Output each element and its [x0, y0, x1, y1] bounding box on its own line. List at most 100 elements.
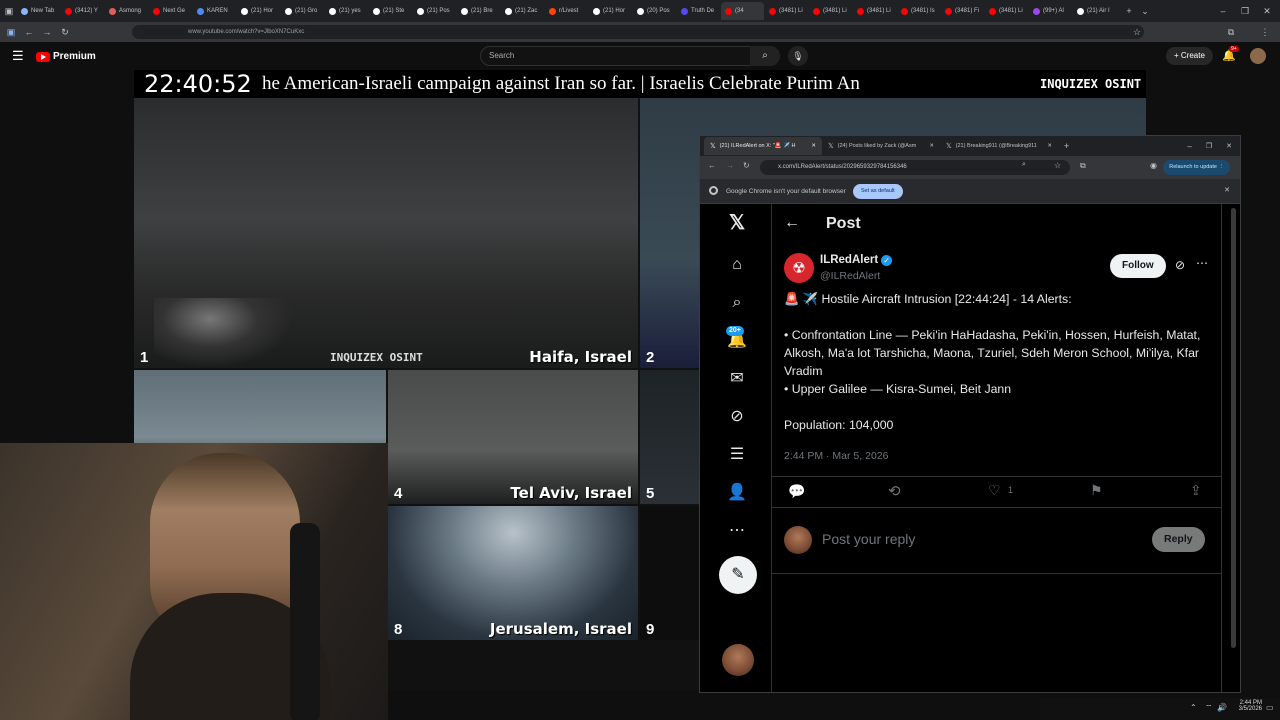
account-avatar[interactable]	[722, 644, 754, 676]
grok-explain-icon[interactable]: ⊘	[1175, 258, 1185, 272]
address-bar[interactable]: www.youtube.com/watch?v=JlboXN7CuKxc	[132, 25, 1144, 39]
minimize-icon[interactable]: –	[1187, 142, 1191, 151]
browser-tab[interactable]: (3412) Y	[61, 2, 104, 20]
chevron-down-icon[interactable]: ⌄	[1138, 4, 1152, 18]
popup-tab[interactable]: 𝕏 (21) Breaking911 (@Breaking911 ✕	[940, 137, 1058, 155]
browser-tab[interactable]: (21) yes	[325, 2, 368, 20]
reply-button[interactable]: Reply	[1152, 527, 1205, 552]
close-infobar-icon[interactable]: ✕	[1224, 186, 1230, 194]
browser-tab[interactable]: (21) Pos	[413, 2, 456, 20]
search-icon[interactable]: ⌕	[726, 292, 748, 314]
reload-icon[interactable]: ↻	[58, 25, 72, 39]
extensions-icon[interactable]: ⧉	[1224, 25, 1238, 39]
reload-icon[interactable]: ↻	[743, 161, 750, 170]
profile-icon[interactable]: ◉	[1150, 161, 1157, 170]
zoom-icon[interactable]: ⌕	[1022, 161, 1026, 169]
messages-icon[interactable]: ✉	[726, 368, 748, 390]
reply-icon[interactable]: 💬	[788, 483, 805, 500]
new-tab-icon[interactable]: +	[1064, 141, 1069, 151]
author-avatar[interactable]: ☢	[784, 253, 814, 283]
lists-icon[interactable]: ☰	[726, 444, 748, 466]
wifi-icon[interactable]: ⌔	[1205, 703, 1213, 713]
browser-tab[interactable]: (21) Zac	[501, 2, 544, 20]
share-icon[interactable]: ⇪	[1190, 482, 1202, 499]
browser-tab[interactable]: (99+) Al	[1029, 2, 1072, 20]
profile-icon[interactable]: 👤	[726, 482, 748, 504]
compose-post-button[interactable]: ✎	[719, 556, 757, 594]
menu-dots-icon[interactable]: ⋮	[1258, 25, 1272, 39]
reply-input[interactable]: Post your reply	[822, 531, 915, 547]
bookmark-star-icon[interactable]: ☆	[1130, 25, 1144, 39]
follow-button[interactable]: Follow	[1110, 254, 1166, 278]
forward-icon[interactable]: →	[40, 25, 54, 39]
volume-icon[interactable]: 🔊	[1217, 703, 1227, 712]
browser-tab[interactable]: (3481) Is	[897, 2, 940, 20]
relaunch-button[interactable]: Relaunch to update ⋮	[1163, 160, 1230, 175]
post-timestamp[interactable]: 2:44 PM · Mar 5, 2026	[784, 450, 888, 462]
browser-tab[interactable]: (3481) Fi	[941, 2, 984, 20]
tab-favicon-icon	[1033, 7, 1040, 15]
browser-tab[interactable]: New Tab	[17, 2, 60, 20]
browser-tab[interactable]: (21) Air I	[1073, 2, 1116, 20]
avatar[interactable]	[1250, 48, 1266, 64]
browser-tab[interactable]: (20) Pos	[633, 2, 676, 20]
browser-tab[interactable]: (21) Ste	[369, 2, 412, 20]
close-window-icon[interactable]: ✕	[1260, 4, 1274, 18]
browser-tab[interactable]: (3481) Li	[985, 2, 1028, 20]
youtube-logo[interactable]: Premium	[36, 51, 96, 62]
browser-tab[interactable]: (21) Hor	[237, 2, 280, 20]
sidebar-icon[interactable]: ▣	[4, 25, 18, 39]
bookmark-icon[interactable]: ⚑	[1090, 482, 1103, 499]
scrollbar[interactable]	[1231, 208, 1236, 648]
close-tab-icon[interactable]: ✕	[929, 143, 934, 149]
browser-tab[interactable]: (3481) Li	[853, 2, 896, 20]
browser-tab[interactable]: Next Ge	[149, 2, 192, 20]
browser-tab[interactable]: (21) Bre	[457, 2, 500, 20]
restore-icon[interactable]: ❐	[1206, 142, 1212, 150]
search-button[interactable]: ⌕	[750, 46, 780, 66]
back-icon[interactable]: ←	[22, 25, 36, 39]
repost-icon[interactable]: ⟲	[888, 482, 901, 500]
like-icon[interactable]: ♡	[988, 482, 1001, 499]
tab-actions-icon[interactable]: ▣	[2, 4, 16, 18]
restore-icon[interactable]: ❐	[1238, 4, 1252, 18]
author-name[interactable]: ILRedAlert	[820, 254, 878, 266]
minimize-icon[interactable]: –	[1216, 4, 1230, 18]
browser-tab[interactable]: Asmong	[105, 2, 148, 20]
browser-tab[interactable]: Truth De	[677, 2, 720, 20]
browser-tab[interactable]: KAREN	[193, 2, 236, 20]
browser-tab[interactable]: (3481) Li	[765, 2, 808, 20]
home-icon[interactable]: ⌂	[726, 254, 748, 276]
browser-tab[interactable]: (21) Gro	[281, 2, 324, 20]
close-tab-icon[interactable]: ✕	[811, 143, 816, 149]
hamburger-menu-icon[interactable]: ☰	[12, 48, 24, 64]
author-handle[interactable]: @ILRedAlert	[820, 270, 880, 282]
grok-icon[interactable]: ⊘	[726, 406, 748, 428]
clock-date[interactable]: 3/5/2026	[1232, 706, 1262, 712]
set-default-button[interactable]: Set as default	[853, 184, 903, 199]
back-arrow-icon[interactable]: ←	[784, 214, 800, 232]
back-icon[interactable]: ←	[708, 161, 716, 170]
browser-tab[interactable]: (34	[721, 2, 764, 20]
extensions-icon[interactable]: ⧉	[1080, 161, 1086, 171]
notification-center-icon[interactable]: ▭	[1266, 703, 1274, 712]
notifications-icon[interactable]: 🔔 20+	[726, 326, 748, 352]
create-button[interactable]: + Create	[1166, 47, 1213, 65]
bookmark-star-icon[interactable]: ☆	[1054, 161, 1061, 170]
tray-chevron-icon[interactable]: ⌃	[1190, 703, 1197, 712]
voice-search-button[interactable]: 🎙	[788, 46, 808, 66]
new-tab-icon[interactable]: +	[1122, 4, 1136, 18]
search-input[interactable]: Search	[480, 46, 780, 66]
popup-tab[interactable]: 𝕏 (24) Posts liked by Zack (@Asm ✕	[822, 137, 940, 155]
browser-tab[interactable]: r/Livest	[545, 2, 588, 20]
close-window-icon[interactable]: ✕	[1226, 142, 1232, 150]
forward-icon[interactable]: →	[726, 161, 734, 170]
more-options-icon[interactable]: ⋯	[1196, 256, 1208, 270]
popup-tab[interactable]: 𝕏 (21) ILRedAlert on X: "🚨 ✈️ H ✕	[704, 137, 822, 155]
close-tab-icon[interactable]: ✕	[1047, 143, 1052, 149]
more-icon[interactable]: ⋯	[726, 520, 748, 542]
x-logo-icon[interactable]: 𝕏	[726, 212, 748, 234]
browser-tab[interactable]: (21) Hor	[589, 2, 632, 20]
browser-tab[interactable]: (3481) Li	[809, 2, 852, 20]
notifications-button[interactable]: 🔔 9+	[1222, 46, 1239, 62]
